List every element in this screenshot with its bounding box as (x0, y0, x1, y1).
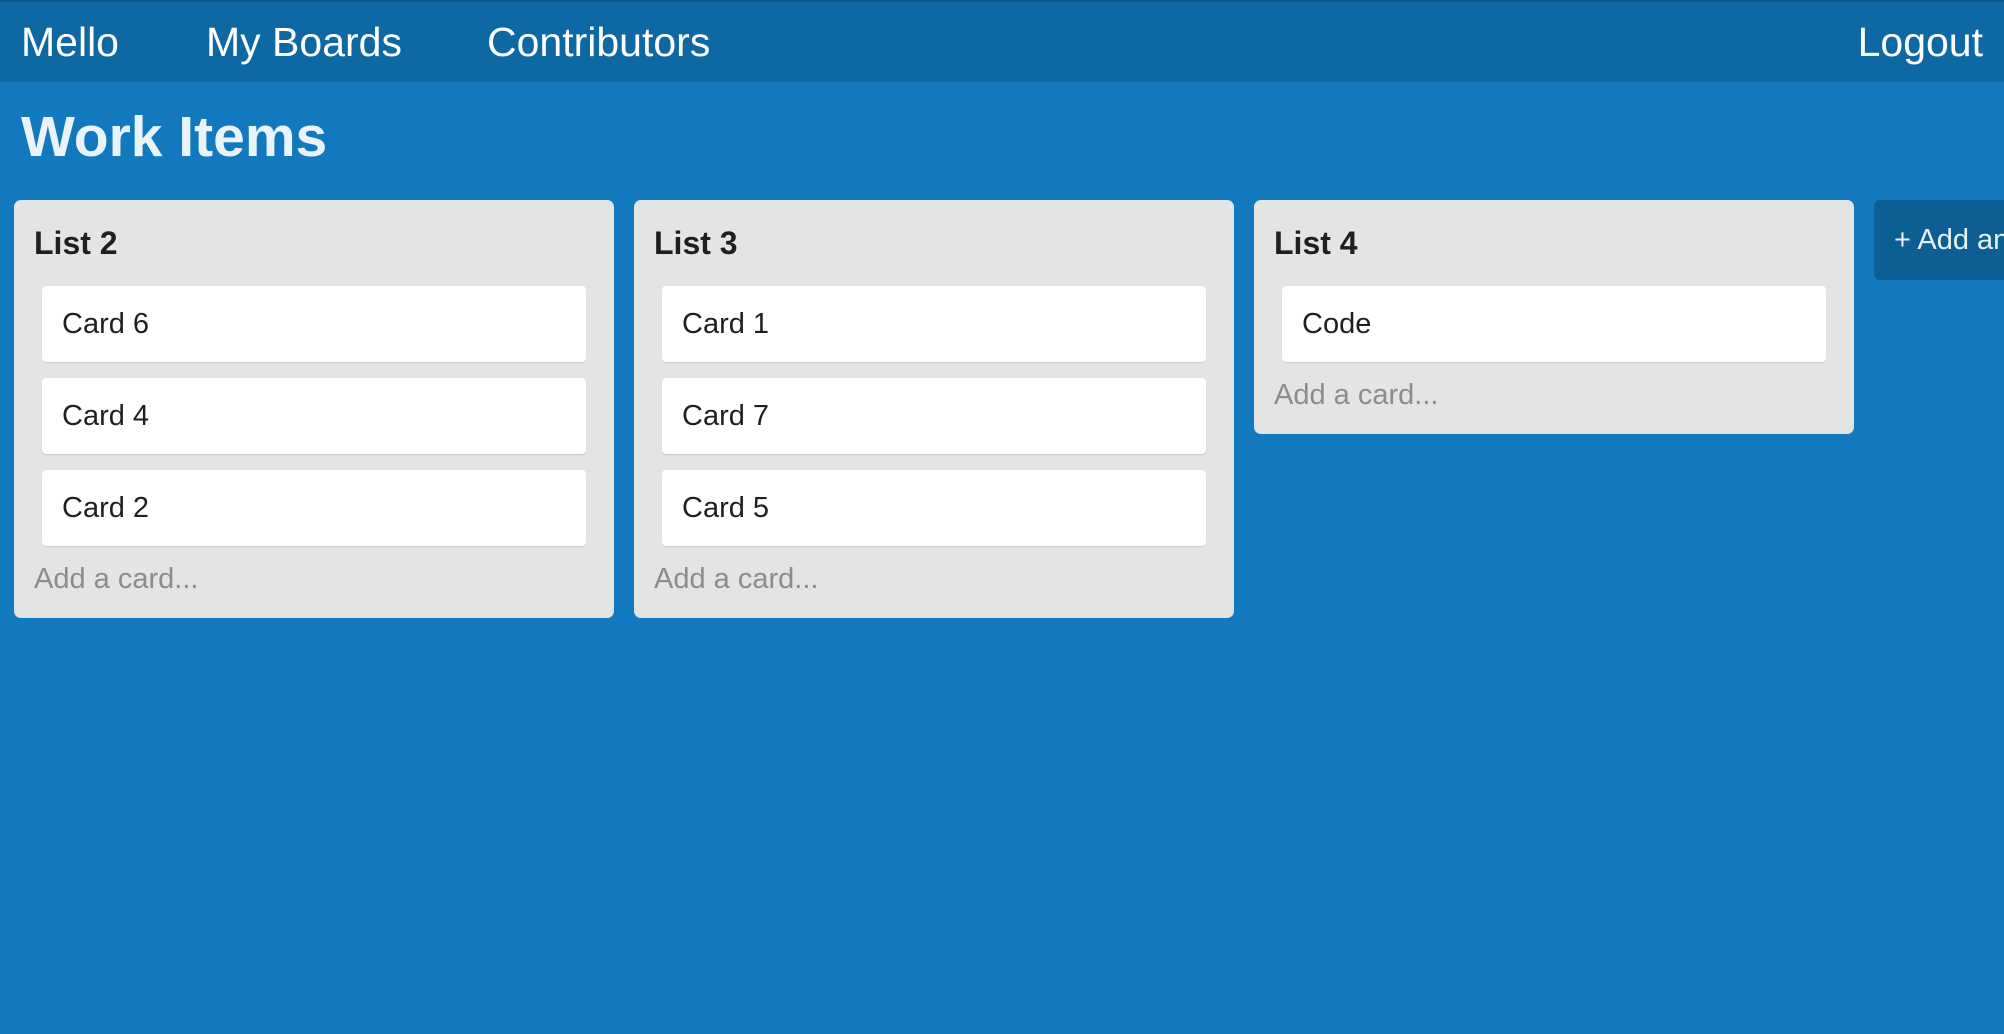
brand-logo-link[interactable]: Mello (21, 18, 119, 66)
card[interactable]: Code (1282, 286, 1826, 362)
logout-button[interactable]: Logout (1858, 18, 1983, 66)
add-card-button[interactable]: Add a card... (1274, 378, 1826, 412)
card[interactable]: Card 2 (42, 470, 586, 546)
card[interactable]: Card 5 (662, 470, 1206, 546)
card[interactable]: Card 7 (662, 378, 1206, 454)
nav-contributors[interactable]: Contributors (487, 18, 710, 66)
card[interactable]: Card 6 (42, 286, 586, 362)
list-title[interactable]: List 3 (654, 224, 1206, 262)
nav-my-boards[interactable]: My Boards (206, 18, 402, 66)
list-title[interactable]: List 4 (1274, 224, 1826, 262)
list-title[interactable]: List 2 (34, 224, 586, 262)
card[interactable]: Card 1 (662, 286, 1206, 362)
list-column: List 2 Card 6 Card 4 Card 2 Add a card..… (14, 200, 614, 618)
card[interactable]: Card 4 (42, 378, 586, 454)
list-column: List 3 Card 1 Card 7 Card 5 Add a card..… (634, 200, 1234, 618)
add-card-button[interactable]: Add a card... (654, 562, 1206, 596)
top-navbar: Mello My Boards Contributors Logout (0, 0, 2004, 82)
board-title: Work Items (21, 105, 328, 169)
add-card-button[interactable]: Add a card... (34, 562, 586, 596)
list-column: List 4 Code Add a card... (1254, 200, 1854, 434)
add-list-button[interactable]: + Add an (1874, 200, 2004, 280)
